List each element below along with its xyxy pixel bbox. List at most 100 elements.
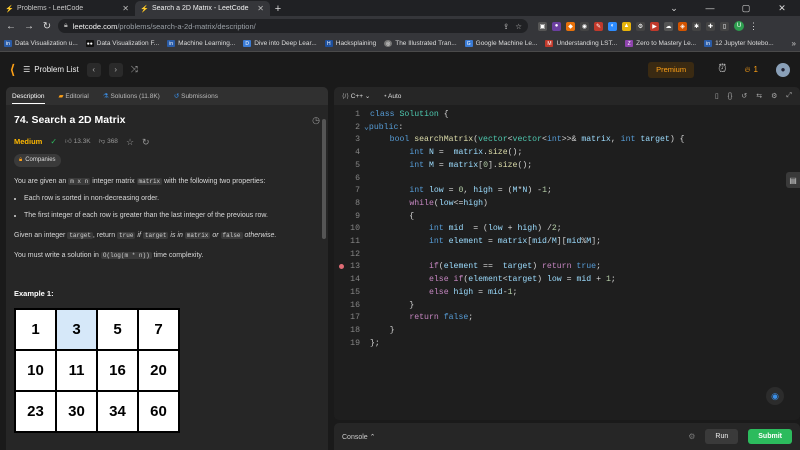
minimize-icon[interactable]: — [692,0,728,16]
more-menu-icon[interactable]: ⋮ [749,21,758,32]
shortcut-icon[interactable]: ⇆ [756,92,762,100]
extension-icon[interactable]: ◐ [608,21,617,31]
extension-icon[interactable]: ☁ [664,21,673,31]
bookmark-icon[interactable]: ▯ [715,92,719,100]
shuffle-icon[interactable]: ⤨ [131,64,138,75]
matrix-cell: 16 [97,350,138,392]
code-line: bool searchMatrix(vector<vector<int>>& m… [389,135,685,145]
bookmark-item[interactable]: H Hacksplaining [324,40,376,47]
extension-icon[interactable]: ◆ [566,21,575,31]
tab-submissions[interactable]: ↺ Submissions [174,92,218,100]
forward-icon[interactable]: → [22,19,36,33]
description-tabs: Description ▰ Editorial ⚗ Solutions (11.… [6,87,328,105]
previous-problem-button[interactable]: ‹ [86,62,101,77]
tab-description[interactable]: Description [12,93,45,104]
extension-icon[interactable]: ▲ [622,21,631,31]
bookmarks-overflow-icon[interactable]: » [792,39,796,48]
star-icon[interactable]: ☆ [126,136,134,149]
extension-icon[interactable]: ◉ [580,21,589,31]
leetcode-logo-icon[interactable]: ⟨ [10,62,15,78]
premium-button[interactable]: Premium [648,61,695,78]
console-toggle[interactable]: Console ⌃ [342,433,376,441]
description-scrollbar[interactable] [322,107,327,447]
extension-icon[interactable]: ▣ [538,21,547,31]
feedback-chat-icon[interactable]: ◉ [766,387,784,405]
companies-tag[interactable]: 🔒︎ Companies [14,154,61,167]
bookmark-label: Zero to Mastery Le... [636,40,697,47]
extensions-puzzle-icon[interactable]: ✚ [706,21,715,31]
fullscreen-icon[interactable]: ⤢ [786,92,792,100]
bookmark-item[interactable]: in 12 Jupyter Notebo... [704,40,774,47]
autocomplete-mode[interactable]: • Auto [384,93,401,100]
browser-tab-search-2d-matrix[interactable]: ⚡ Search a 2D Matrix - LeetCode ✕ [135,1,270,16]
code-line: { [370,211,415,221]
bookmark-item[interactable]: ◎ The Illustrated Tran... [384,40,457,47]
tab-editorial[interactable]: ▰ Editorial [59,92,89,100]
url-path: /problems/search-a-2d-matrix/description… [117,21,256,31]
settings-icon[interactable]: ⚙ [688,432,695,441]
reset-icon[interactable]: ↺ [741,92,747,100]
problem-title-row: 74. Search a 2D Matrix ◷ [14,113,320,128]
bookmark-item[interactable]: ●● Data Visualization F... [85,40,159,47]
close-icon[interactable]: ✕ [122,4,129,13]
user-avatar[interactable]: ● [776,62,790,77]
bookmark-item[interactable]: in Machine Learning... [167,40,235,47]
extension-icon[interactable]: ✎ [594,21,603,31]
scrollbar-thumb[interactable] [322,119,326,239]
language-selector[interactable]: ⟨/⟩ C++ ⌄ [342,92,370,100]
description-paragraph: Given an integer target, return true if … [14,232,277,240]
extension-icon[interactable]: ▶ [650,21,659,31]
braces-icon[interactable]: {} [728,92,733,100]
bookmark-star-icon[interactable]: ☆ [515,22,522,31]
breakpoint-marker[interactable] [339,264,344,269]
bookmark-item[interactable]: D Dive into Deep Lear... [243,40,317,47]
extension-icon[interactable]: ◈ [678,21,687,31]
new-tab-icon[interactable]: + [270,1,286,16]
settings-gear-icon[interactable]: ⚙ [771,92,777,100]
timer-icon[interactable]: ⏰︎ [718,63,727,76]
extension-icon[interactable]: ⚙ [636,21,645,31]
line-number: 10 [350,224,360,234]
extension-icon[interactable]: ✱ [692,21,701,31]
close-icon[interactable]: ✕ [257,4,264,13]
streak-counter[interactable]: 🔥︎ 1 [745,65,758,75]
sidebar-icon[interactable]: ▯ [720,21,729,31]
address-bar[interactable]: 🔒︎ leetcode.com/problems/search-a-2d-mat… [58,19,528,33]
share-icon[interactable]: ↻ [142,136,150,149]
bookmark-label: Understanding LST... [556,40,618,47]
code-line: return false; [409,313,474,323]
language-label: C++ [350,93,363,100]
line-number: 6 [355,173,360,183]
clock-icon[interactable]: ◷ [312,113,320,128]
console-label: Console [342,433,368,441]
close-window-icon[interactable]: ✕ [764,0,800,16]
submit-button[interactable]: Submit [748,429,792,444]
chevron-down-icon[interactable]: ⌄ [656,0,692,16]
run-button[interactable]: Run [705,429,739,444]
next-problem-button[interactable]: › [108,62,123,77]
reload-icon[interactable]: ↻ [40,19,54,33]
side-panel-document-icon[interactable]: ▤ [786,172,800,188]
window-controls: ⌄ — ▢ ✕ [656,0,800,16]
share-icon[interactable]: ⇪ [503,22,509,31]
flask-icon: ⚗ [102,93,109,100]
back-icon[interactable]: ← [4,19,18,33]
browser-tab-problems[interactable]: ⚡ Problems - LeetCode ✕ [0,1,135,16]
tab-solutions[interactable]: ⚗ Solutions (11.8K) [103,92,160,100]
bookmark-item[interactable]: M Understanding LST... [545,40,617,47]
dislike-button[interactable]: 👎︎ 368 [99,137,118,146]
code-line: class Solution { [370,110,449,119]
maximize-icon[interactable]: ▢ [728,0,764,16]
bookmark-item[interactable]: G Google Machine Le... [464,40,537,47]
bookmark-favicon-icon: in [167,40,176,47]
book-icon: ▰ [58,93,64,100]
bookmark-label: Dive into Deep Lear... [254,40,317,47]
problem-meta: Medium ✓ 👍︎ 13.3K 👎︎ 368 ☆ ↻ [14,136,320,149]
code-line: else if(element<target) low = mid + 1; [428,275,616,285]
profile-avatar[interactable]: U [734,21,744,31]
like-button[interactable]: 👍︎ 13.3K [65,137,91,146]
problem-list-button[interactable]: ☰ Problem List [23,65,79,74]
bookmark-item[interactable]: in Data Visualization u... [4,40,78,47]
bookmark-item[interactable]: Z Zero to Mastery Le... [625,40,696,47]
extension-icon[interactable]: ● [552,21,561,31]
